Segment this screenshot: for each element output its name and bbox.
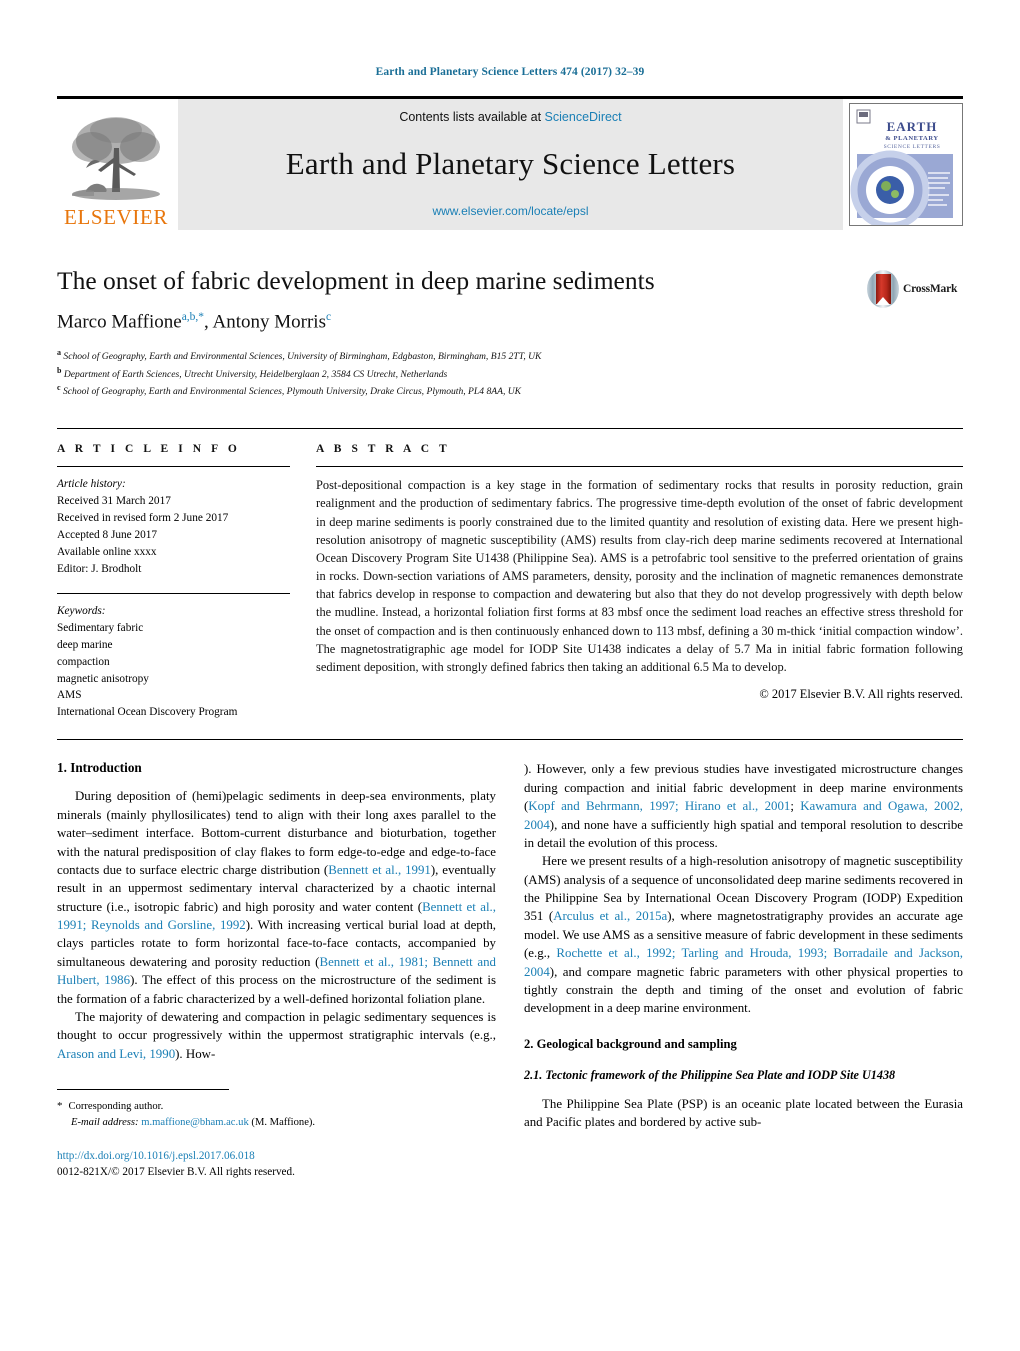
abstract-divider [316, 466, 963, 468]
text-run: ; [790, 799, 801, 814]
journal-url-link[interactable]: www.elsevier.com/locate/epsl [432, 204, 588, 218]
running-head: Earth and Planetary Science Letters 474 … [375, 66, 645, 78]
svg-text:EARTH: EARTH [887, 119, 938, 134]
citation-link[interactable]: Bennett et al., 1991 [328, 863, 431, 877]
crossmark-badge-group[interactable]: CrossMark [867, 269, 963, 309]
history-item: Available online xxxx [57, 545, 157, 558]
citation-link[interactable]: Arculus et al., 2015a [553, 909, 667, 923]
journal-banner: Contents lists available at ScienceDirec… [178, 99, 843, 230]
email-link[interactable]: m.maffione@bham.ac.uk [141, 1117, 249, 1128]
journal-cover-thumbnail: EARTH & PLANETARY SCIENCE LETTERS [849, 103, 963, 226]
keyword-item: deep marine [57, 638, 113, 651]
paragraph-geology-1: The Philippine Sea Plate (PSP) is an oce… [524, 1096, 963, 1130]
affiliation-list: a School of Geography, Earth and Environ… [57, 347, 963, 400]
abstract-text: Post-depositional compaction is a key st… [316, 478, 963, 674]
contents-lists-line: Contents lists available at ScienceDirec… [399, 110, 621, 124]
page-footer: http://dx.doi.org/10.1016/j.epsl.2017.06… [57, 1148, 496, 1181]
article-info-heading: A R T I C L E I N F O [57, 443, 241, 456]
paragraph-intro-3: Here we present results of a high-resolu… [524, 852, 963, 1018]
citation-link[interactable]: Arason and Levi, 1990 [57, 1047, 175, 1061]
footnote-email-suffix: (M. Maffione). [251, 1116, 316, 1128]
paragraph-intro-2: The majority of dewatering and compactio… [57, 1008, 496, 1063]
body-column-right: ). However, only a few previous studies … [524, 760, 963, 1180]
crossmark-icon [867, 270, 899, 308]
citation-link[interactable]: Kopf and Behrmann, 1997; Hirano et al., … [528, 799, 790, 813]
title-block: The onset of fabric development in deep … [57, 266, 963, 406]
history-item: Accepted 8 June 2017 [57, 528, 158, 541]
footnote-star-icon: * [57, 1100, 63, 1113]
doi-link[interactable]: http://dx.doi.org/10.1016/j.epsl.2017.06… [57, 1148, 496, 1164]
keywords-block: Keywords: Sedimentary fabric deep marine… [57, 592, 290, 722]
article-history-title: Article history: [57, 478, 126, 491]
history-item: Received in revised form 2 June 2017 [57, 512, 229, 525]
keyword-item: AMS [57, 689, 82, 702]
issn-copyright: 0012-821X/© 2017 Elsevier B.V. All right… [57, 1166, 295, 1179]
svg-text:& PLANETARY: & PLANETARY [885, 135, 938, 142]
paragraph-intro-2-cont: ). However, only a few previous studies … [524, 760, 963, 852]
keyword-item: magnetic anisotropy [57, 672, 149, 685]
footnote-divider [57, 1089, 229, 1098]
keyword-item: compaction [57, 655, 110, 668]
section-heading-introduction: 1. Introduction [57, 760, 142, 776]
crossmark-label: CrossMark [903, 283, 958, 295]
svg-text:SCIENCE LETTERS: SCIENCE LETTERS [884, 144, 941, 150]
elsevier-tree-icon [64, 114, 168, 206]
article-history-list: Received 31 March 2017 Received in revis… [57, 493, 290, 578]
abstract-heading: A B S T R A C T [316, 443, 451, 456]
keywords-title: Keywords: [57, 604, 106, 617]
journal-masthead: ELSEVIER Contents lists available at Sci… [57, 96, 963, 230]
text-run: ), and compare magnetic fabric parameter… [524, 964, 963, 1016]
elsevier-logo: ELSEVIER [57, 99, 175, 230]
page-title: The onset of fabric development in deep … [57, 266, 655, 295]
article-info-divider [57, 466, 290, 468]
footnote-corresponding-author: * Corresponding author. E-mail address: m… [57, 1098, 487, 1130]
subsection-heading-tectonic-framework: 2.1. Tectonic framework of the Philippin… [524, 1067, 896, 1082]
abstract-copyright: © 2017 Elsevier B.V. All rights reserved… [759, 687, 963, 702]
affiliation-item: b Department of Earth Sciences, Utrecht … [57, 365, 448, 380]
contents-prefix: Contents lists available at [399, 110, 545, 124]
keyword-item: International Ocean Discovery Program [57, 706, 238, 719]
history-item: Editor: J. Brodholt [57, 562, 142, 575]
keyword-item: Sedimentary fabric [57, 621, 144, 634]
history-item: Received 31 March 2017 [57, 495, 171, 508]
keywords-divider [57, 592, 290, 594]
text-run: ), and none have a sufficiently high spa… [524, 817, 963, 850]
paragraph-2-break: ). How- [175, 1046, 216, 1061]
info-abstract-region: A R T I C L E I N F O Article history: R… [57, 428, 963, 721]
body-columns: 1. Introduction During deposition of (he… [57, 760, 963, 1180]
body-divider [57, 739, 963, 741]
section-heading-geological-background: 2. Geological background and sampling [524, 1036, 737, 1051]
affiliation-item: a School of Geography, Earth and Environ… [57, 347, 542, 363]
article-page: Earth and Planetary Science Letters 474 … [0, 0, 1020, 1351]
footnote-corresponding-text: Corresponding author. [68, 1101, 164, 1113]
article-info-column: A R T I C L E I N F O Article history: R… [57, 443, 316, 721]
sciencedirect-link[interactable]: ScienceDirect [545, 110, 622, 124]
abstract-column: A B S T R A C T Post-depositional compac… [316, 443, 963, 721]
affiliation-item: c School of Geography, Earth and Environ… [57, 383, 522, 398]
body-column-left: 1. Introduction During deposition of (he… [57, 760, 496, 1180]
footnote-email-label: E-mail address: [71, 1116, 139, 1128]
elsevier-wordmark: ELSEVIER [64, 205, 168, 229]
journal-title: Earth and Planetary Science Letters [285, 146, 736, 181]
text-run: The majority of dewatering and compactio… [57, 1010, 496, 1043]
paragraph-intro-1: During deposition of (hemi)pelagic sedim… [57, 787, 496, 1008]
author-list: Marco Maffionea,b,*, Antony Morrisc [57, 310, 332, 332]
